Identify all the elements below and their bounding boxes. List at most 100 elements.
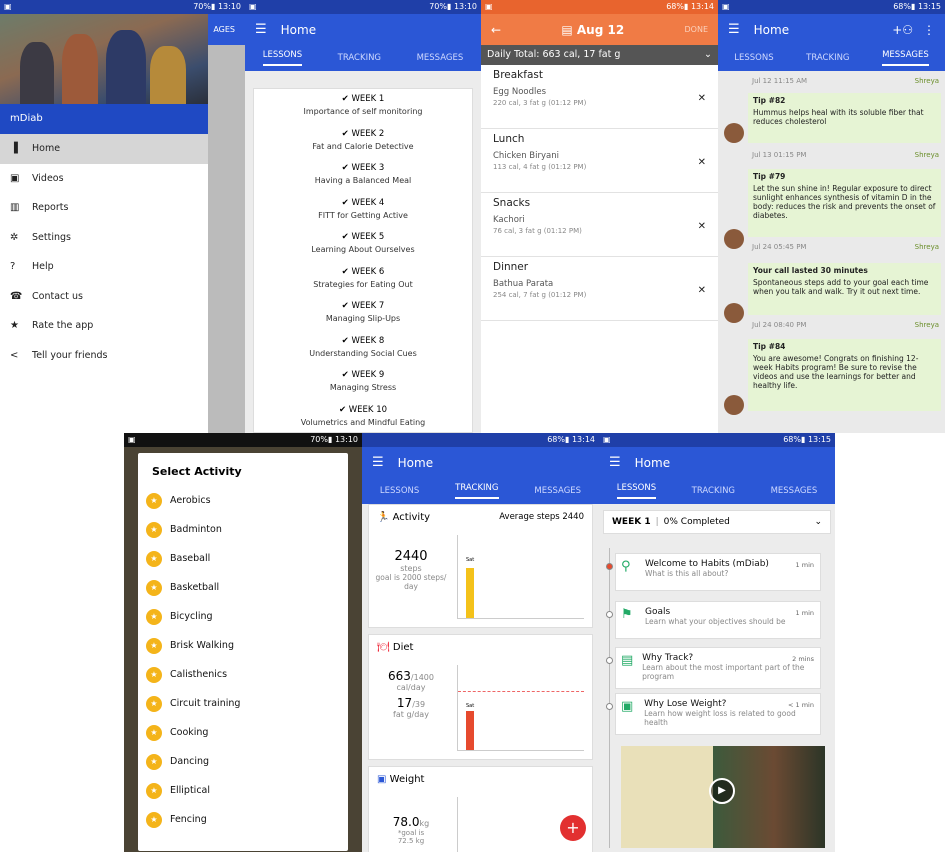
menu-icon[interactable]: ☰ bbox=[372, 455, 384, 470]
week-item[interactable]: ✔ WEEK 10 Volumetrics and Mindful Eating bbox=[254, 400, 472, 434]
drawer-item[interactable]: ☎ Contact us bbox=[0, 282, 208, 312]
drawer-item[interactable]: ▥ Reports bbox=[0, 193, 208, 223]
week-selector[interactable]: WEEK 1 | 0% Completed ⌄ bbox=[603, 510, 831, 534]
close-icon[interactable]: ✕ bbox=[698, 221, 706, 232]
close-icon[interactable]: ✕ bbox=[698, 285, 706, 296]
date-picker[interactable]: ▤ Aug 12 bbox=[561, 23, 624, 37]
drawer-item[interactable]: ★ Rate the app bbox=[0, 311, 208, 341]
sender-name: Shreya bbox=[914, 243, 939, 251]
activity-option[interactable]: ★ Aerobics bbox=[138, 486, 348, 515]
drawer-item[interactable]: ✲ Settings bbox=[0, 223, 208, 253]
activity-label: Fencing bbox=[170, 814, 207, 825]
avatar bbox=[724, 395, 744, 415]
activity-option[interactable]: ★ Dancing bbox=[138, 747, 348, 776]
week-item[interactable]: ✔ WEEK 8 Understanding Social Cues bbox=[254, 331, 472, 366]
drawer-item-label: Help bbox=[32, 261, 54, 273]
close-icon[interactable]: ✕ bbox=[698, 157, 706, 168]
tab-messages[interactable]: MESSAGES bbox=[882, 50, 929, 66]
week-item[interactable]: ✔ WEEK 2 Fat and Calorie Detective bbox=[254, 124, 472, 159]
drawer-item[interactable]: ▐ Home bbox=[0, 134, 208, 164]
week-topic: Strategies for Eating Out bbox=[313, 279, 413, 289]
lesson-icon: ⚲ bbox=[621, 559, 631, 574]
app-bar: ☰ Home bbox=[599, 447, 835, 478]
meal-row: Breakfast Egg Noodles 220 cal, 3 fat g (01… bbox=[481, 65, 718, 129]
meal-item: Chicken Biryani bbox=[493, 151, 559, 161]
week-item[interactable]: ✔ WEEK 9 Managing Stress bbox=[254, 365, 472, 400]
back-icon[interactable]: ← bbox=[491, 23, 501, 37]
week-title: ✔ WEEK 1 bbox=[254, 94, 472, 104]
activity-option[interactable]: ★ Baseball bbox=[138, 544, 348, 573]
more-icon[interactable]: ⋮ bbox=[923, 23, 935, 37]
tab-tracking[interactable]: TRACKING bbox=[806, 53, 849, 63]
weight-section[interactable]: ▣ Weight 78.0kg *goal is 72.5 kg bbox=[368, 766, 593, 852]
screen-tracking: 68%▮ 13:14 ☰ Home LESSONS TRACKING MESSAG… bbox=[362, 433, 599, 852]
close-icon[interactable]: ✕ bbox=[698, 93, 706, 104]
activity-option[interactable]: ★ Basketball bbox=[138, 573, 348, 602]
tab-lessons[interactable]: LESSONS bbox=[262, 50, 303, 66]
share-icon: < bbox=[10, 349, 19, 361]
status-bar: ▣ 70%▮ 13:10 bbox=[0, 0, 245, 14]
meal-calories: 220 cal, 3 fat g (01:12 PM) bbox=[493, 99, 587, 107]
app-bar: ← ▤ Aug 12 DONE bbox=[481, 14, 718, 45]
activity-option[interactable]: ★ Fencing bbox=[138, 805, 348, 834]
tab-messages[interactable]: MESSAGES bbox=[771, 486, 818, 496]
drawer-item[interactable]: < Tell your friends bbox=[0, 341, 208, 371]
meal-row: Snacks Kachori 76 cal, 3 fat g (01:12 PM) ✕ bbox=[481, 193, 718, 257]
menu-icon[interactable]: ☰ bbox=[255, 22, 267, 37]
drawer-item[interactable]: ▣ Videos bbox=[0, 164, 208, 194]
activity-option[interactable]: ★ Circuit training bbox=[138, 689, 348, 718]
tab-messages[interactable]: MESSAGES bbox=[417, 53, 464, 63]
activity-option[interactable]: ★ Calisthenics bbox=[138, 660, 348, 689]
done-button[interactable]: DONE bbox=[685, 25, 709, 34]
tab-lessons[interactable]: LESSONS bbox=[616, 483, 657, 499]
gear-icon: ✲ bbox=[10, 231, 19, 243]
add-contact-icon[interactable]: +⚇ bbox=[892, 23, 913, 37]
activity-option[interactable]: ★ Brisk Walking bbox=[138, 631, 348, 660]
week-item[interactable]: ✔ WEEK 5 Learning About Ourselves bbox=[254, 227, 472, 262]
tab-tracking[interactable]: TRACKING bbox=[455, 483, 499, 499]
drawer-item-label: Videos bbox=[32, 172, 64, 184]
activity-option[interactable]: ★ Bicycling bbox=[138, 602, 348, 631]
menu-icon[interactable]: ☰ bbox=[609, 455, 621, 470]
message-timestamp: Jul 24 08:40 PM Shreya bbox=[752, 321, 939, 329]
avatar bbox=[724, 229, 744, 249]
week-item[interactable]: ✔ WEEK 4 FITT for Getting Active bbox=[254, 193, 472, 228]
tab-lessons[interactable]: LESSONS bbox=[380, 486, 419, 496]
activity-label: Circuit training bbox=[170, 698, 241, 709]
lesson-item[interactable]: ⚲ Welcome to Habits (mDiab) What is this a… bbox=[615, 553, 821, 591]
activity-option[interactable]: ★ Badminton bbox=[138, 515, 348, 544]
week-item[interactable]: ✔ WEEK 3 Having a Balanced Meal bbox=[254, 158, 472, 193]
add-button[interactable]: + bbox=[560, 815, 586, 841]
diet-section[interactable]: 🍽 Diet 663/1400 cal/day 17/39 fat g/day … bbox=[368, 634, 593, 760]
menu-icon[interactable]: ☰ bbox=[728, 22, 740, 37]
week-item[interactable]: ✔ WEEK 6 Strategies for Eating Out bbox=[254, 262, 472, 297]
drawer-item-label: Contact us bbox=[32, 290, 83, 302]
lesson-title: Why Track? bbox=[642, 653, 694, 663]
video-thumbnail[interactable]: ▶ bbox=[621, 746, 825, 848]
activity-option[interactable]: ★ Cooking bbox=[138, 718, 348, 747]
week-topic: Managing Slip-Ups bbox=[325, 314, 401, 323]
week-item[interactable]: ✔ WEEK 1 Importance of self monitoring bbox=[254, 89, 472, 124]
play-icon[interactable]: ▶ bbox=[709, 778, 735, 804]
lesson-title: Goals bbox=[645, 607, 671, 617]
activity-label: Bicycling bbox=[170, 611, 213, 622]
status-bar: ▣ 70%▮ 13:10 bbox=[245, 0, 481, 14]
lesson-item[interactable]: ⚑ Goals Learn what your objectives should … bbox=[615, 601, 821, 639]
message-body: Hummus helps heal with its soluble fiber… bbox=[753, 108, 924, 126]
check-icon: ✔ bbox=[341, 301, 352, 311]
tab-messages[interactable]: MESSAGES bbox=[534, 486, 581, 496]
check-icon: ✔ bbox=[341, 94, 352, 104]
drawer-brand: mDiab bbox=[0, 104, 208, 134]
lesson-item[interactable]: ▤ Why Track? Learn about the most importan… bbox=[615, 647, 821, 689]
week-number: WEEK 5 bbox=[351, 232, 385, 242]
tab-lessons[interactable]: LESSONS bbox=[734, 53, 773, 63]
chevron-down-icon[interactable]: ⌄ bbox=[704, 45, 712, 65]
week-item[interactable]: ✔ WEEK 7 Managing Slip-Ups bbox=[254, 296, 472, 331]
tab-tracking[interactable]: TRACKING bbox=[338, 53, 381, 63]
lesson-item[interactable]: ▣ Why Lose Weight? Learn how weight loss i… bbox=[615, 693, 821, 735]
drawer-item[interactable]: ? Help bbox=[0, 252, 208, 282]
meal-calories: 113 cal, 4 fat g (01:12 PM) bbox=[493, 163, 587, 171]
activity-section[interactable]: 🏃 Activity Average steps 2440 2440 steps … bbox=[368, 504, 593, 628]
tab-tracking[interactable]: TRACKING bbox=[692, 486, 735, 496]
activity-option[interactable]: ★ Elliptical bbox=[138, 776, 348, 805]
